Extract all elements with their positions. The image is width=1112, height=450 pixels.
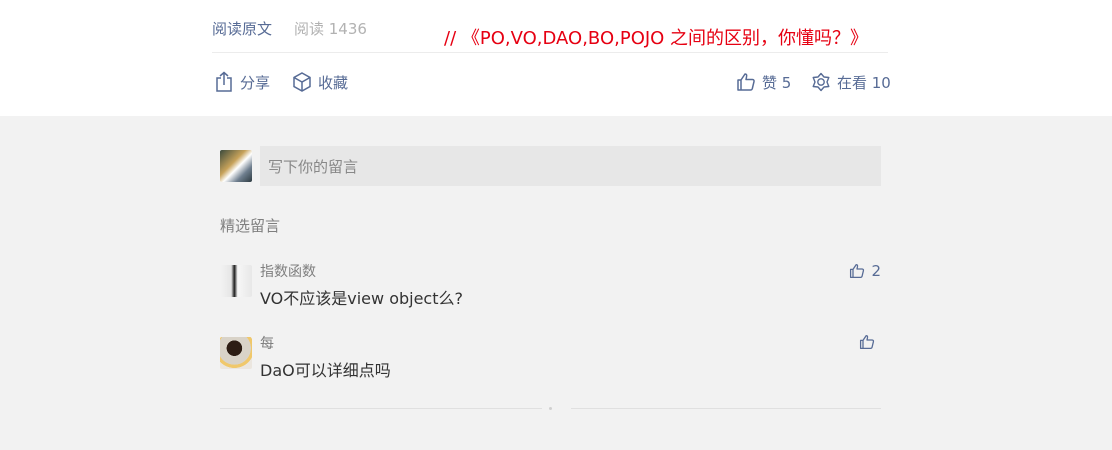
comment-input[interactable]: 写下你的留言 [260,146,881,186]
share-icon [216,71,232,92]
thumbs-up-icon [737,73,755,91]
divider [571,408,881,409]
favorite-label: 收藏 [318,73,349,92]
section-title: 精选留言 [220,217,281,235]
comment-text: VO不应该是view object么? [260,289,463,308]
comment-author[interactable]: 每 [260,333,274,353]
watching-label: 在看 10 [837,73,891,92]
cube-icon [293,72,311,92]
avatar [220,265,252,297]
comment-like-button[interactable] [859,334,881,350]
avatar [220,337,252,369]
like-button[interactable]: 赞 5 [736,70,791,94]
share-label: 分享 [240,73,271,92]
like-label: 赞 5 [762,73,792,92]
favorite-button[interactable]: 收藏 [292,70,348,94]
watching-button[interactable]: 在看 10 [811,70,891,94]
divider [212,52,888,53]
read-count: 阅读 1436 [294,20,367,38]
share-button[interactable]: 分享 [214,70,270,94]
thumbs-up-icon [850,263,865,279]
comment-like-button[interactable]: 2 [849,262,881,280]
comment-author[interactable]: 指数函数 [260,261,316,281]
avatar [220,150,252,182]
read-original-link[interactable]: 阅读原文 [212,18,272,39]
article-footer: 阅读原文 阅读 1436 // 《PO,VO,DAO,BO,POJO 之间的区别… [0,0,1112,116]
comment-text: DaO可以详细点吗 [260,361,391,380]
divider [220,408,542,409]
flower-icon [812,72,830,92]
thumbs-up-icon [859,334,875,350]
comment-like-count: 2 [871,262,881,280]
divider-dot [549,407,552,410]
red-annotation-text: // 《PO,VO,DAO,BO,POJO 之间的区别，你懂吗？》 [444,28,869,49]
